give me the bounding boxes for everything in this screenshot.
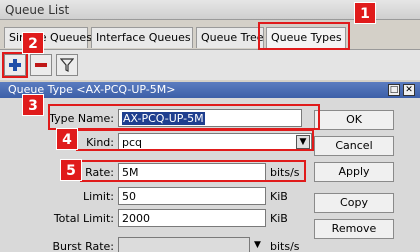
total-limit-label: Total Limit: [53, 212, 114, 225]
highlight-rate [80, 160, 306, 182]
highlight-kind [76, 129, 314, 151]
burst-rate-label: Burst Rate: [52, 240, 114, 252]
tab-label: Interface Queues [96, 31, 191, 44]
filter-button[interactable] [56, 54, 78, 76]
tab-label: Queue Tree [201, 31, 264, 44]
cancel-button[interactable]: Cancel [314, 136, 394, 156]
remove-item-button[interactable]: Remove [314, 219, 394, 239]
callout-badge: 5 [60, 159, 82, 181]
total-limit-unit: KiB [270, 212, 288, 225]
close-icon[interactable]: ✕ [403, 84, 415, 96]
callout-badge: 3 [22, 94, 44, 116]
total-limit-value: 2000 [122, 212, 150, 225]
tab-simple-queues[interactable]: Simple Queues [4, 27, 92, 48]
total-limit-field[interactable]: 2000 [118, 209, 266, 227]
apply-button[interactable]: Apply [314, 162, 394, 182]
burst-rate-unit: bits/s [270, 240, 300, 252]
callout-badge: 2 [22, 32, 44, 54]
filter-icon [60, 58, 74, 72]
highlight-queue-types-tab [258, 22, 350, 50]
callout-badge: 4 [56, 128, 78, 150]
tab-bar: Simple Queues Interface Queues Queue Tre… [0, 27, 420, 50]
restore-icon[interactable]: □ [388, 84, 400, 96]
tab-queue-tree[interactable]: Queue Tree [196, 27, 264, 48]
minus-icon [35, 63, 47, 67]
tab-interface-queues[interactable]: Interface Queues [91, 27, 193, 48]
limit-label: Limit: [83, 190, 114, 203]
dropdown-arrow-icon[interactable]: ▼ [254, 240, 261, 250]
copy-button[interactable]: Copy [314, 193, 394, 213]
window-title: Queue List [5, 3, 70, 17]
limit-unit: KiB [270, 190, 288, 203]
limit-field[interactable]: 50 [118, 187, 266, 205]
dialog-titlebar: Queue Type <AX-PCQ-UP-5M> [0, 82, 420, 98]
callout-badge: 1 [354, 2, 376, 24]
limit-value: 50 [122, 190, 136, 203]
remove-button[interactable] [30, 54, 52, 76]
highlight-add-button [2, 52, 28, 78]
burst-rate-field[interactable] [118, 237, 250, 252]
highlight-type-name [48, 104, 320, 130]
ok-button[interactable]: OK [314, 110, 394, 130]
